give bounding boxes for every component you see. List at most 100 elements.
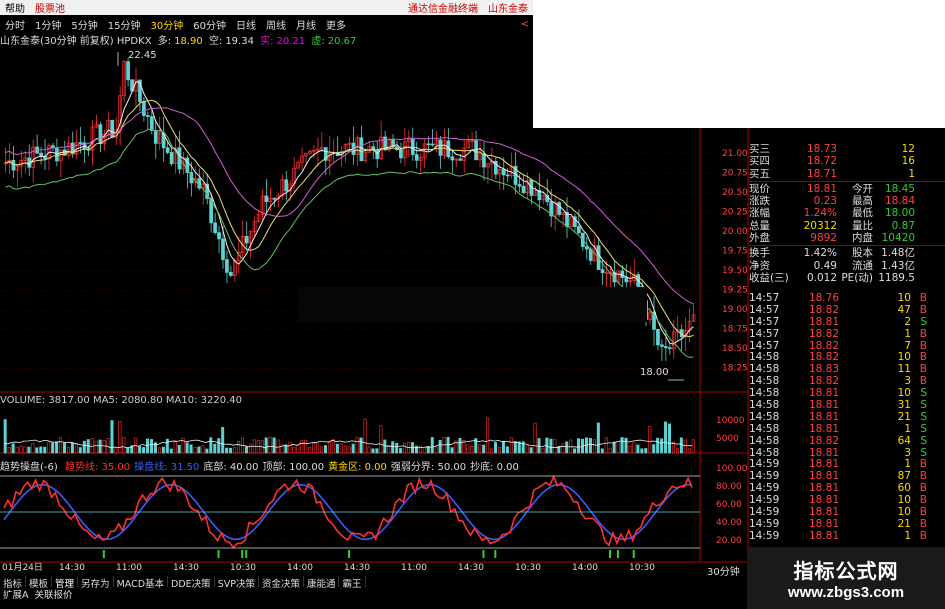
volume-bar	[509, 437, 513, 454]
tick-row[interactable]: 14:57 18.82 1 B	[749, 328, 936, 341]
tf-tab-active[interactable]: 30分钟	[145, 17, 188, 32]
volume-bar	[197, 446, 201, 454]
volume-bar	[379, 425, 383, 454]
toolbar-button[interactable]: 扩展A	[0, 590, 32, 601]
candle-body	[146, 115, 150, 117]
toolbar-button[interactable]: 霸王	[339, 576, 366, 590]
stat-value: 1.42%	[803, 247, 837, 260]
tick-row[interactable]: 14:58 18.81 21 S	[749, 411, 936, 424]
volume-bar	[31, 442, 35, 454]
stat-label: 总量	[749, 219, 770, 232]
volume-bar	[150, 439, 154, 454]
menu-help[interactable]: 帮助	[0, 0, 30, 15]
menu-terminal-link[interactable]: 通达信金融终端	[403, 0, 483, 15]
tick-volume: 47	[897, 303, 911, 316]
candle-body	[664, 346, 668, 349]
volume-ma5: MA5: 2080.80	[92, 395, 163, 406]
tf-more[interactable]: 更多	[321, 17, 351, 32]
toolbar-button[interactable]: DDE决策	[168, 576, 215, 590]
indicator-param: 趋势线: 35.00	[64, 462, 131, 473]
tf-tab[interactable]: 15分钟	[103, 17, 146, 32]
tick-row[interactable]: 14:57 18.82 47 B	[749, 303, 936, 317]
volume-bar	[620, 437, 624, 454]
price-tick: 18.50	[722, 344, 748, 354]
volume-label: VOLUME: 3817.00	[0, 395, 90, 406]
toolbar-button[interactable]: 模板	[26, 576, 53, 590]
volume-bar	[553, 439, 557, 454]
candle-body	[458, 158, 463, 161]
volume-bar	[82, 440, 86, 454]
tf-tab[interactable]: 日线	[231, 17, 261, 32]
tick-volume: 3	[904, 446, 911, 459]
tf-tab[interactable]: 5分钟	[66, 17, 102, 32]
volume-bar	[640, 448, 644, 454]
candle-body	[375, 149, 380, 160]
toolbar-button[interactable]: 另存为	[78, 576, 114, 590]
logo-url: www.zbgs3.com	[787, 584, 905, 601]
stat-label: 流通	[852, 259, 873, 272]
volume-bar	[600, 448, 604, 454]
volume-bar	[165, 438, 169, 454]
volume-bar	[395, 442, 399, 454]
volume-bar	[331, 439, 335, 454]
candle-body	[359, 137, 364, 162]
indicator-title[interactable]: 趋势操盘(-6)	[0, 462, 58, 473]
tf-tab[interactable]: 分时	[0, 17, 30, 32]
volume-bar	[430, 437, 434, 454]
tick-side: B	[919, 303, 927, 316]
stat-value: 0.87	[891, 219, 915, 232]
menu-stock-link[interactable]: 山东金泰	[483, 0, 533, 15]
menu-bar: 帮助 股票池 通达信金融终端 山东金泰	[0, 0, 533, 15]
toolbar-button[interactable]: SVP决策	[215, 576, 259, 590]
toolbar-button[interactable]: 康能通	[304, 576, 340, 590]
stat-value: 1.48亿	[881, 247, 915, 260]
volume-bars	[3, 417, 695, 454]
toolbar-button[interactable]: 资金决策	[259, 576, 304, 590]
candle-body	[577, 226, 581, 234]
stat-row: 总量 20312 量比 0.87	[749, 220, 945, 232]
volume-info: VOLUME: 3817.00 MA5: 2080.80 MA10: 3220.…	[0, 395, 242, 406]
indicator-tick: 60.00	[716, 500, 742, 510]
candle-body	[430, 143, 435, 146]
kong-value: 19.34	[225, 36, 254, 47]
candle-body	[450, 156, 455, 161]
price-tick: 20.75	[722, 169, 748, 179]
collapse-icon[interactable]: <	[521, 19, 533, 30]
indicator-tick: 80.00	[716, 482, 742, 492]
tf-tab[interactable]: 1分钟	[30, 17, 66, 32]
tick-row[interactable]: 14:57 18.81 2 S	[749, 315, 936, 329]
stat-value: 18.84	[884, 195, 915, 208]
tf-tab[interactable]: 周线	[261, 17, 291, 32]
tick-row[interactable]: 14:58 18.81 1 S	[749, 423, 936, 436]
tick-volume: 2	[904, 315, 911, 328]
tf-tab[interactable]: 月线	[291, 17, 321, 32]
volume-bar	[312, 442, 316, 454]
volume-bar	[288, 441, 292, 454]
stat-value: 18.81	[806, 182, 837, 195]
bid-price: 18.73	[806, 143, 837, 155]
toolbar-button[interactable]: 管理	[52, 576, 79, 590]
tick-row[interactable]: 14:59 18.81 1 B	[749, 530, 936, 543]
volume-bar	[15, 446, 19, 454]
volume-bar	[248, 443, 252, 454]
indicator-param: 黄金区: 0.00	[328, 462, 387, 473]
candle-body	[667, 347, 672, 350]
candle-body	[414, 154, 419, 161]
price-tick: 19.25	[722, 286, 748, 296]
toolbar-button[interactable]: 指标	[0, 576, 27, 590]
volume-bar	[51, 442, 55, 454]
toolbar-button[interactable]: 关联报价	[32, 590, 76, 601]
volume-bar	[426, 446, 430, 454]
volume-bar	[616, 441, 620, 454]
tf-tab[interactable]: 60分钟	[188, 17, 231, 32]
tick-time: 14:57	[749, 315, 780, 328]
toolbar-button[interactable]: MACD基本	[114, 576, 169, 590]
tick-row[interactable]: 14:58 18.82 64 S	[749, 435, 936, 448]
tick-price: 18.81	[808, 315, 839, 328]
tf-bottom[interactable]: 30分钟	[707, 563, 740, 578]
menu-stock-pool[interactable]: 股票池	[30, 0, 70, 15]
tick-list[interactable]: 14:57 18.76 10 B 14:57 18.82 47 B 14:57 18.81 2 S 14…	[749, 292, 936, 543]
volume-bar	[573, 448, 577, 454]
stat-row: 现价 18.81 今开 18.45	[749, 183, 945, 195]
volume-ma10: MA10: 3220.40	[165, 395, 242, 406]
